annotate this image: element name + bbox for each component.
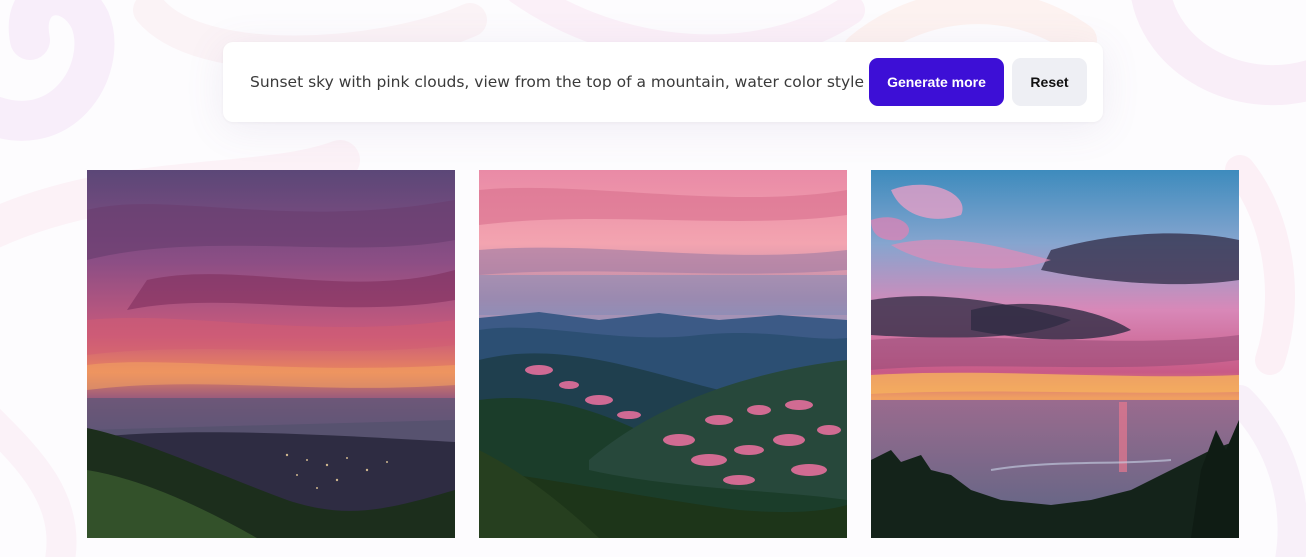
pink-blossom-mountains-image [479, 170, 847, 538]
result-image-2[interactable] [479, 170, 847, 538]
result-image-1[interactable] [87, 170, 455, 538]
results-grid [87, 170, 1239, 538]
prompt-bar: Generate more Reset [223, 42, 1103, 122]
sunset-valley-image [87, 170, 455, 538]
reset-button[interactable]: Reset [1012, 58, 1087, 106]
result-image-3[interactable] [871, 170, 1239, 538]
sunset-sea-image [871, 170, 1239, 538]
prompt-input[interactable] [241, 64, 870, 100]
generate-more-button[interactable]: Generate more [869, 58, 1004, 106]
